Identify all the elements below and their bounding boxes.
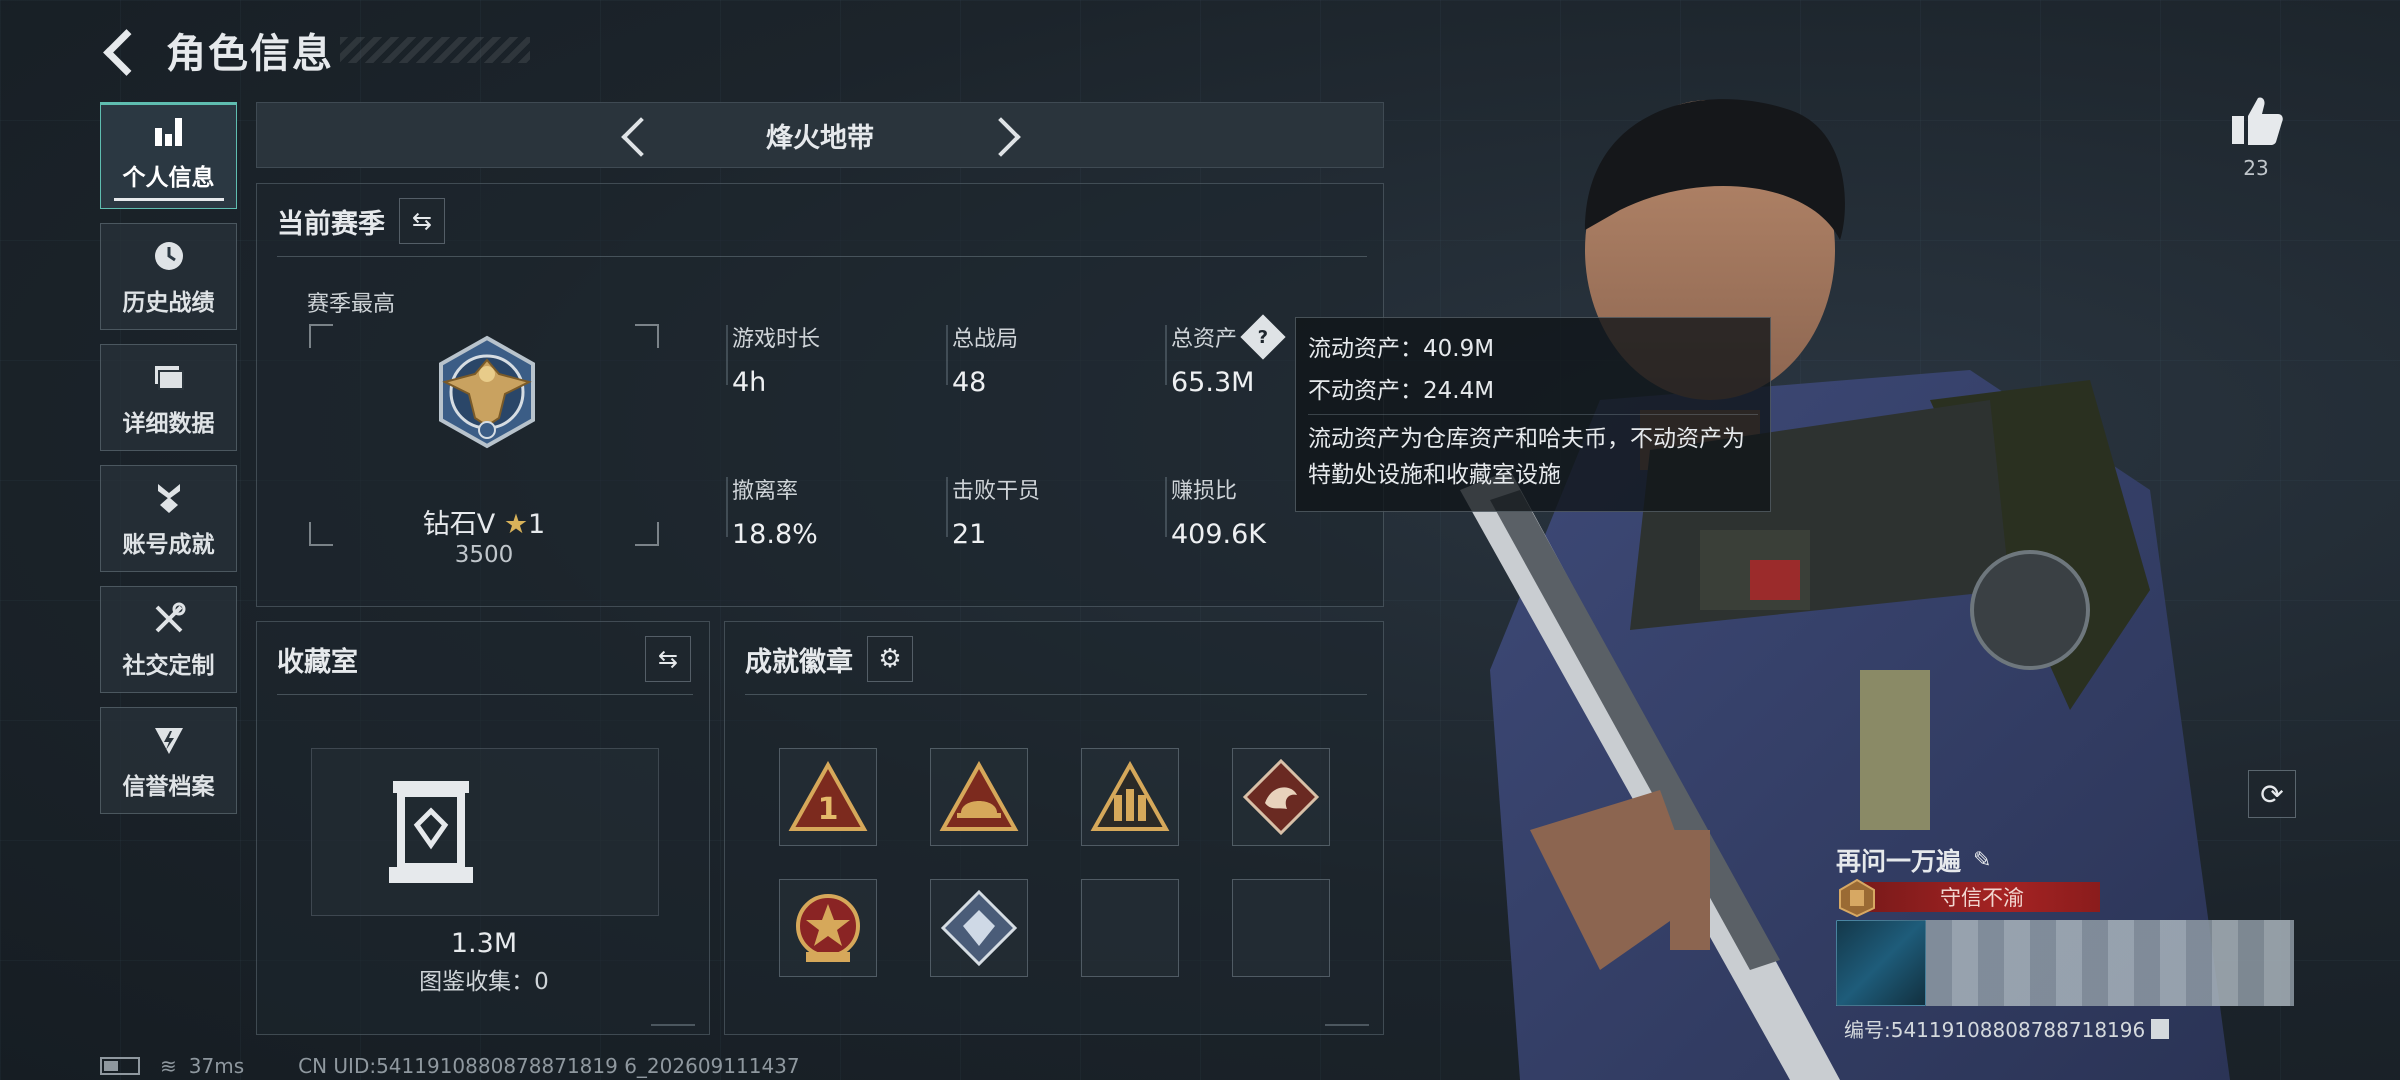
gear-icon: ⚙ <box>878 644 902 674</box>
stat-kills: 击败干员 21 <box>945 473 1040 550</box>
collection-count: 图鉴收集：0 <box>419 969 549 995</box>
achievements-title: 成就徽章 <box>745 646 853 678</box>
serial-number: 编号:54119108808788718196 <box>1844 1014 2170 1043</box>
star-round-badge[interactable] <box>779 879 877 977</box>
thumbs-up-icon[interactable] <box>2228 92 2284 148</box>
collection-preview <box>311 748 659 916</box>
stat-total-matches: 总战局 48 <box>945 321 1018 398</box>
history-clock-icon <box>150 237 188 275</box>
divider <box>277 256 1367 257</box>
medal-icon <box>150 479 188 517</box>
rank-one-triangle-badge[interactable]: 1 <box>779 748 877 846</box>
achievement-settings-button[interactable]: ⚙ <box>867 636 913 682</box>
nav-item-detailed-data[interactable]: 详细数据 <box>100 344 237 451</box>
display-case-icon <box>389 781 473 883</box>
player-title-row: 守信不渝 <box>1836 878 2100 918</box>
nav-item-achievements[interactable]: 账号成就 <box>100 465 237 572</box>
edit-pencil-icon[interactable]: ✎ <box>1973 848 1991 873</box>
side-nav: 个人信息 历史战绩 详细数据 账号成就 社交定制 信誉档案 <box>100 102 237 828</box>
stat-play-time: 游戏时长 4h <box>725 321 820 398</box>
nav-label: 账号成就 <box>122 531 215 558</box>
refresh-button[interactable]: ⟳ <box>2248 770 2296 818</box>
nav-label: 历史战绩 <box>122 289 215 316</box>
tooltip-fixed-assets: 不动资产：24.4M <box>1308 378 1495 404</box>
dragon-diamond-badge[interactable] <box>1232 748 1330 846</box>
nav-label: 个人信息 <box>122 165 215 191</box>
wifi-icon: ≋ <box>160 1054 177 1078</box>
help-question-icon[interactable]: ? <box>1240 314 1286 360</box>
nav-label: 详细数据 <box>122 410 215 437</box>
operator-card-banner[interactable] <box>1836 920 2294 1006</box>
empty-badge-slot[interactable] <box>1232 879 1330 977</box>
title-decoration <box>340 37 530 63</box>
helmet-triangle-badge[interactable] <box>930 748 1028 846</box>
swap-arrows-icon: ⇆ <box>657 645 679 673</box>
mode-selector: 烽火地带 <box>256 102 1384 168</box>
next-mode-chevron-icon[interactable] <box>985 115 1025 155</box>
rank-name: 钻石V ★1 <box>422 509 546 540</box>
prev-mode-chevron-icon[interactable] <box>615 115 655 155</box>
divider <box>745 694 1367 695</box>
assets-tooltip: 流动资产：40.9M 不动资产：24.4M 流动资产为仓库资产和哈夫币，不动资产… <box>1295 317 1771 512</box>
page-title: 角色信息 <box>166 31 334 77</box>
bronze-badge-icon <box>1839 878 1875 918</box>
copy-icon[interactable] <box>2151 1018 2170 1039</box>
like-widget[interactable]: 23 <box>2226 92 2286 180</box>
tools-wrench-icon <box>150 600 188 638</box>
shield-bolt-icon <box>150 721 188 759</box>
divider <box>277 694 693 695</box>
nav-item-personal-info[interactable]: 个人信息 <box>100 102 237 209</box>
refresh-icon: ⟳ <box>2260 777 2284 811</box>
page-header: 角色信息 <box>100 22 530 78</box>
weapon-skin-thumbnail <box>1836 920 1926 1006</box>
stat-profit-ratio: 赚损比 409.6K <box>1164 473 1266 550</box>
like-count: 23 <box>2243 156 2269 180</box>
swap-arrows-icon: ⇆ <box>411 207 433 235</box>
rank-frame: 钻石V ★1 3500 <box>309 324 659 568</box>
stat-extract-rate: 撤离率 18.8% <box>726 473 818 550</box>
ping-value: 37ms <box>188 1054 245 1078</box>
badge-grid: 1 <box>779 748 1330 977</box>
empty-badge-slot[interactable] <box>1081 879 1179 977</box>
star-icon: ★ <box>503 509 529 540</box>
tooltip-liquid-assets: 流动资产：40.9M <box>1308 336 1495 362</box>
bar-chart-icon <box>150 112 188 150</box>
season-title: 当前赛季 <box>277 208 385 240</box>
dogtag-banner <box>1926 920 2294 1006</box>
collection-value: 1.3M <box>450 928 518 959</box>
rank-score: 3500 <box>454 542 514 568</box>
uid-text: CN UID:5411910880878871819 6_20260911143… <box>298 1054 800 1078</box>
rank-eagle-emblem-icon <box>439 335 535 449</box>
soldiers-triangle-badge[interactable] <box>1081 748 1179 846</box>
rank-stars: 1 <box>528 509 546 540</box>
player-title: 守信不渝 <box>1864 882 2100 912</box>
swap-season-button[interactable]: ⇆ <box>399 198 445 244</box>
nav-item-credit-record[interactable]: 信誉档案 <box>100 707 237 814</box>
season-panel: 当前赛季 ⇆ 赛季最高 钻石V ★1 3500 游戏时长 4h 总战局 48 总… <box>256 183 1384 607</box>
mode-title: 烽火地带 <box>766 122 874 154</box>
nav-item-social-custom[interactable]: 社交定制 <box>100 586 237 693</box>
collection-title: 收藏室 <box>277 646 358 678</box>
achievements-panel: 成就徽章 ⚙ 1 <box>724 621 1384 1035</box>
back-arrow-icon[interactable] <box>100 28 144 72</box>
svg-text:1: 1 <box>818 792 839 827</box>
nav-label: 社交定制 <box>122 652 215 679</box>
crystal-diamond-badge[interactable] <box>930 879 1028 977</box>
swap-collection-button[interactable]: ⇆ <box>645 636 691 682</box>
status-bar: ≋ 37ms CN UID:5411910880878871819 6_2026… <box>100 1054 800 1078</box>
battery-icon <box>100 1057 140 1075</box>
folder-stack-icon <box>150 358 188 396</box>
stat-total-assets: 总资产? 65.3M <box>1164 314 1286 398</box>
player-name: 再问一万遍 <box>1836 847 1962 876</box>
player-profile: 再问一万遍 ✎ 守信不渝 编号:54119108808788718196 <box>1836 842 2296 1042</box>
tooltip-description: 流动资产为仓库资产和哈夫币，不动资产为特勤处设施和收藏室设施 <box>1308 426 1745 488</box>
collection-panel[interactable]: 收藏室 ⇆ 1.3M 图鉴收集：0 <box>256 621 710 1035</box>
nav-label: 信誉档案 <box>122 773 215 800</box>
nav-item-history[interactable]: 历史战绩 <box>100 223 237 330</box>
season-best-label: 赛季最高 <box>307 292 396 317</box>
